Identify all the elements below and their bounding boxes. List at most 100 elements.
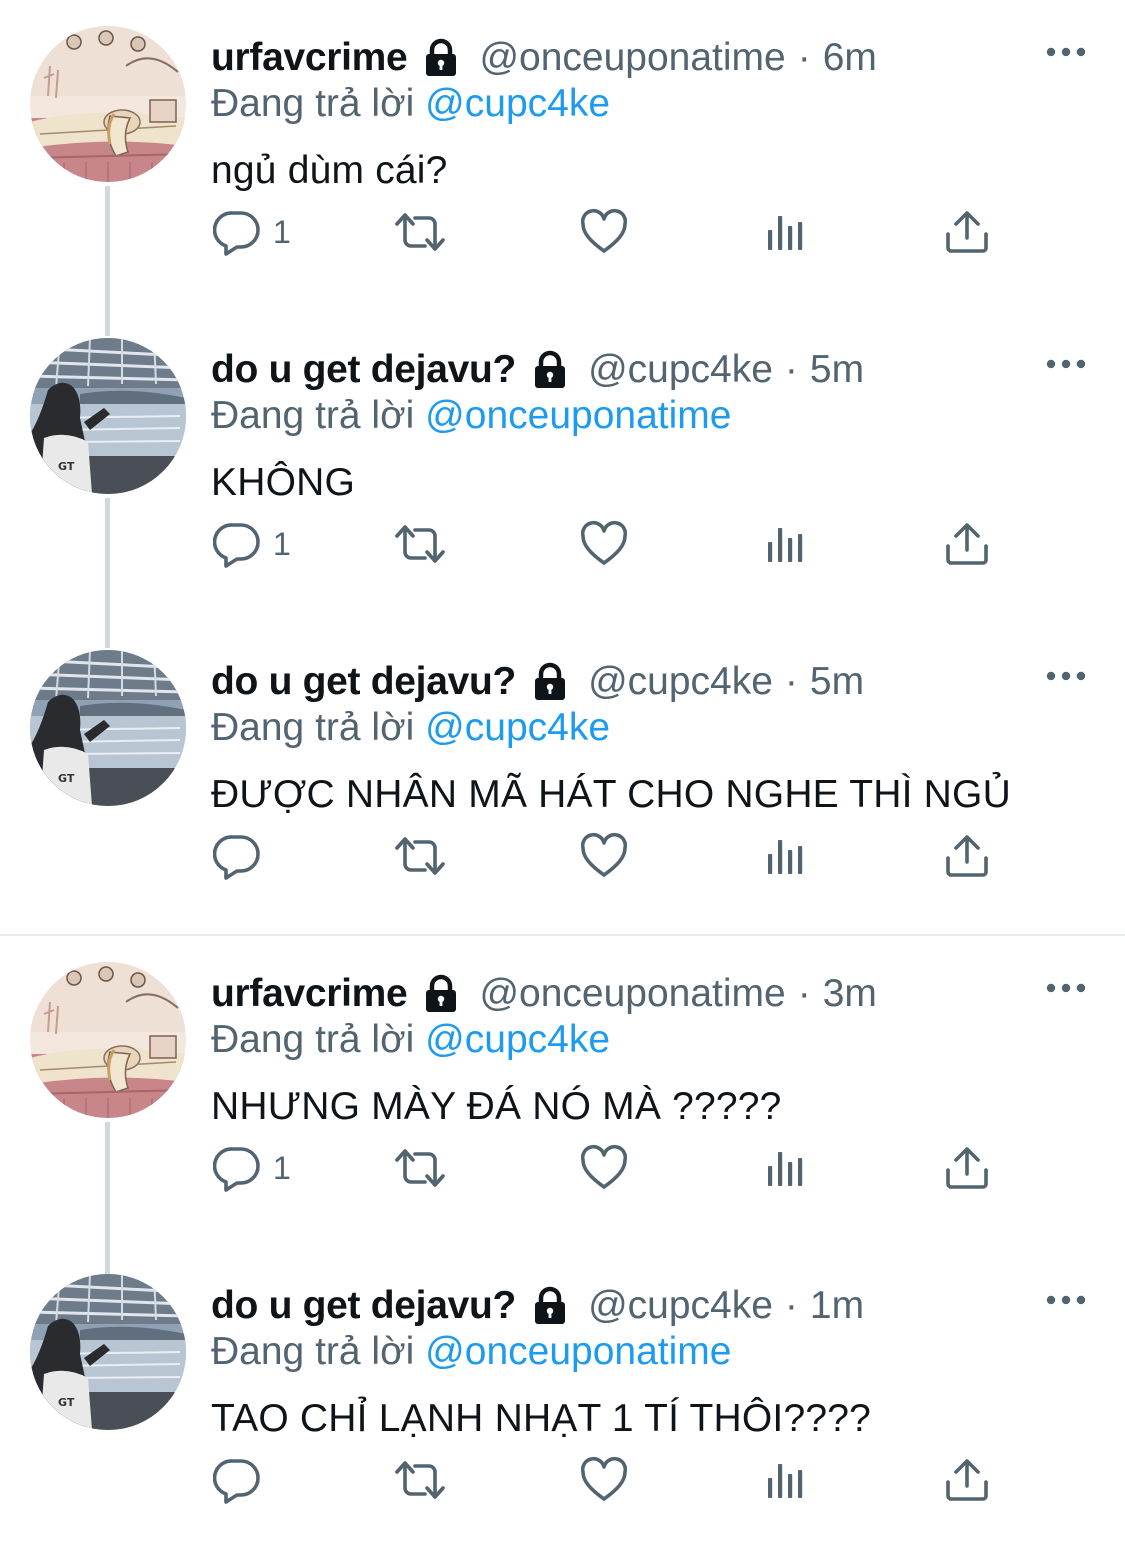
replying-to-label: Đang trả lời: [211, 706, 415, 749]
share-button[interactable]: [944, 520, 990, 568]
tweet-header: urfavcrime @onceuponatime · 3m: [211, 966, 877, 1022]
more-icon[interactable]: [1045, 1290, 1087, 1310]
replying-to-mention[interactable]: @cupc4ke: [425, 1018, 610, 1061]
retweet-button[interactable]: [393, 520, 447, 568]
share-icon: [944, 1144, 990, 1192]
reply-button[interactable]: [213, 832, 273, 880]
svg-text:GT: GT: [58, 1396, 75, 1409]
retweet-icon: [393, 520, 447, 568]
display-name[interactable]: do u get dejavu?: [211, 348, 516, 392]
avatar-bedroom-illustration-avatar[interactable]: [30, 26, 186, 182]
share-button[interactable]: [944, 208, 990, 256]
views-icon: [764, 1144, 808, 1192]
retweet-icon: [393, 208, 447, 256]
like-button[interactable]: [580, 1456, 628, 1504]
share-button[interactable]: [944, 832, 990, 880]
replying-to-label: Đang trả lời: [211, 394, 415, 437]
timestamp[interactable]: 6m: [823, 36, 877, 80]
separator-dot: ·: [797, 972, 811, 1015]
views-icon: [764, 1456, 808, 1504]
more-icon[interactable]: [1045, 978, 1087, 998]
reply-icon: [213, 1144, 261, 1192]
separator-dot: ·: [784, 348, 798, 391]
replying-to: Đang trả lời @onceuponatime: [211, 394, 731, 438]
reply-icon: [213, 208, 261, 256]
replying-to-mention[interactable]: @cupc4ke: [425, 82, 610, 125]
handle[interactable]: @cupc4ke: [588, 1284, 773, 1328]
tweet-5[interactable]: GT do u get dejavu? @cupc4ke · 1m Đang t…: [0, 1248, 1125, 1557]
views-button[interactable]: [764, 1144, 808, 1192]
handle[interactable]: @cupc4ke: [588, 660, 773, 704]
like-button[interactable]: [580, 832, 628, 880]
tweet-text: ngủ dùm cái?: [211, 149, 448, 192]
views-icon: [764, 832, 808, 880]
heart-icon: [580, 1144, 628, 1192]
retweet-icon: [393, 1456, 447, 1504]
timestamp[interactable]: 1m: [810, 1284, 864, 1328]
tweet-1[interactable]: urfavcrime @onceuponatime · 6m Đang trả: [0, 0, 1125, 312]
more-icon[interactable]: [1045, 354, 1087, 374]
separator-dot: ·: [797, 36, 811, 79]
views-icon: [764, 520, 808, 568]
display-name[interactable]: do u get dejavu?: [211, 660, 516, 704]
like-button[interactable]: [580, 520, 628, 568]
tweet-text: NHƯNG MÀY ĐÁ NÓ MÀ ?????: [211, 1085, 782, 1128]
replying-to-mention[interactable]: @onceuponatime: [425, 1330, 731, 1373]
reply-count: 1: [273, 213, 291, 250]
avatar-bedroom-illustration-avatar[interactable]: [30, 962, 186, 1118]
more-icon[interactable]: [1045, 42, 1087, 62]
display-name[interactable]: do u get dejavu?: [211, 1284, 516, 1328]
avatar-seaside-photo-avatar[interactable]: GT: [30, 1274, 186, 1430]
separator-dot: ·: [784, 660, 798, 703]
like-button[interactable]: [580, 208, 628, 256]
views-button[interactable]: [764, 520, 808, 568]
reply-count: 1: [273, 525, 291, 562]
reply-button[interactable]: [213, 1456, 273, 1504]
timestamp[interactable]: 5m: [810, 348, 864, 392]
retweet-button[interactable]: [393, 1456, 447, 1504]
retweet-button[interactable]: [393, 832, 447, 880]
retweet-icon: [393, 832, 447, 880]
reply-button[interactable]: 1: [213, 1144, 291, 1192]
tweet-3[interactable]: GT do u get dejavu? @cupc4ke · 5m Đang t…: [0, 624, 1125, 936]
share-button[interactable]: [944, 1456, 990, 1504]
display-name[interactable]: urfavcrime: [211, 36, 408, 80]
share-icon: [944, 208, 990, 256]
tweet-4[interactable]: urfavcrime @onceuponatime · 3m Đang trả: [0, 936, 1125, 1248]
retweet-button[interactable]: [393, 208, 447, 256]
svg-text:GT: GT: [58, 460, 75, 473]
handle[interactable]: @onceuponatime: [479, 972, 785, 1016]
handle[interactable]: @cupc4ke: [588, 348, 773, 392]
avatar-seaside-photo-avatar[interactable]: GT: [30, 650, 186, 806]
lock-icon: [421, 38, 461, 78]
replying-to-mention[interactable]: @cupc4ke: [425, 706, 610, 749]
more-icon[interactable]: [1045, 666, 1087, 686]
reply-button[interactable]: 1: [213, 208, 291, 256]
replying-to: Đang trả lời @onceuponatime: [211, 1330, 731, 1374]
tweet-header: do u get dejavu? @cupc4ke · 5m: [211, 342, 864, 398]
share-button[interactable]: [944, 1144, 990, 1192]
heart-icon: [580, 832, 628, 880]
tweet-2[interactable]: GT do u get dejavu? @cupc4ke · 5m Đang t…: [0, 312, 1125, 624]
like-button[interactable]: [580, 1144, 628, 1192]
retweet-button[interactable]: [393, 1144, 447, 1192]
lock-icon: [530, 662, 570, 702]
avatar-seaside-photo-avatar[interactable]: GT: [30, 338, 186, 494]
tweet-header: urfavcrime @onceuponatime · 6m: [211, 30, 877, 86]
timestamp[interactable]: 5m: [810, 660, 864, 704]
heart-icon: [580, 520, 628, 568]
replying-to-label: Đang trả lời: [211, 1330, 415, 1373]
replying-to-mention[interactable]: @onceuponatime: [425, 394, 731, 437]
tweet-text: KHÔNG: [211, 461, 356, 504]
views-button[interactable]: [764, 832, 808, 880]
display-name[interactable]: urfavcrime: [211, 972, 408, 1016]
tweet-header: do u get dejavu? @cupc4ke · 1m: [211, 1278, 864, 1334]
views-button[interactable]: [764, 208, 808, 256]
views-button[interactable]: [764, 1456, 808, 1504]
share-icon: [944, 832, 990, 880]
handle[interactable]: @onceuponatime: [479, 36, 785, 80]
reply-count: 1: [273, 1149, 291, 1186]
timestamp[interactable]: 3m: [823, 972, 877, 1016]
heart-icon: [580, 208, 628, 256]
reply-button[interactable]: 1: [213, 520, 291, 568]
